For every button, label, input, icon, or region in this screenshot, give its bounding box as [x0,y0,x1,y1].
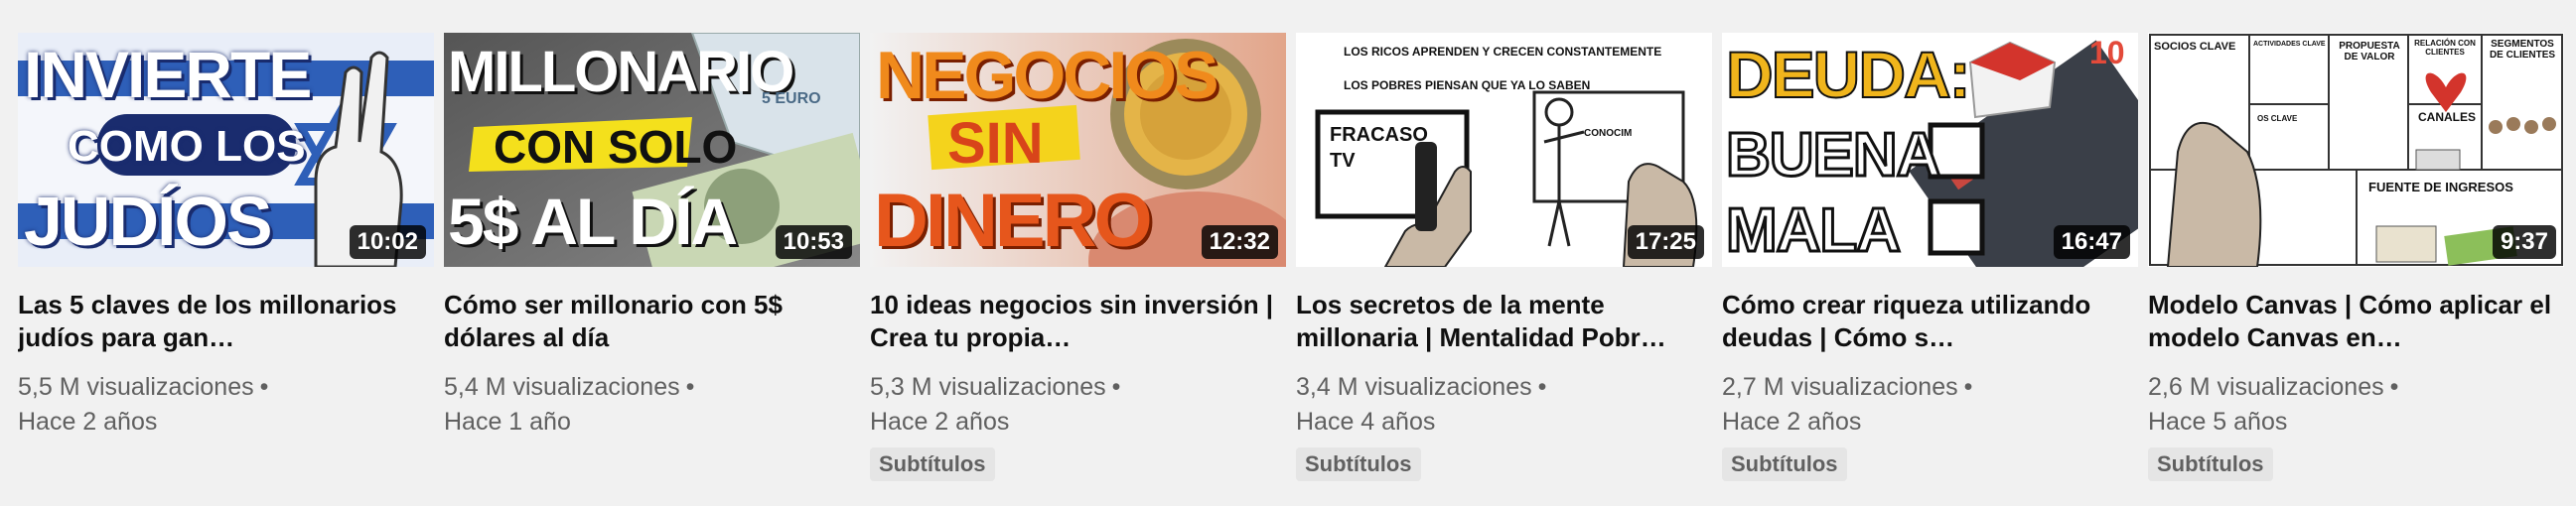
separator: • [259,373,269,401]
separator: • [685,373,695,401]
video-meta: 3,4 M visualizaciones • Hace 4 años [1296,370,1712,440]
video-thumbnail[interactable]: LOS RICOS APRENDEN Y CRECEN CONSTANTEMEN… [1296,33,1712,267]
video-thumbnail[interactable]: SOCIOS CLAVE ACTIVIDADES CLAVE PROPUESTA… [2148,33,2564,267]
upload-age: Hace 2 años [870,408,1010,436]
upload-age: Hace 2 años [1722,408,1862,436]
duration-badge: 10:02 [349,225,426,259]
video-thumbnail[interactable]: INVIERTE COMO LOS JUDÍOS 10:02 [18,33,434,267]
subtitles-badge: Subtítulos [870,447,995,481]
view-count: 2,7 M visualizaciones [1722,373,1958,401]
video-card[interactable]: LOS RICOS APRENDEN Y CRECEN CONSTANTEMEN… [1296,33,1712,481]
upload-age: Hace 2 años [18,408,158,436]
video-card[interactable]: INVIERTE COMO LOS JUDÍOS 10:02 Las 5 cla… [18,33,434,481]
view-count: 2,6 M visualizaciones [2148,373,2384,401]
video-title[interactable]: Modelo Canvas | Cómo aplicar el modelo C… [2148,289,2555,354]
video-card[interactable]: MILLONARIO CON SOLO 5$ AL DÍA 5 EURO 10:… [444,33,860,481]
separator: • [1111,373,1121,401]
view-count: 3,4 M visualizaciones [1296,373,1532,401]
video-card[interactable]: NEGOCIOS SIN DINERO 12:32 10 ideas negoc… [870,33,1286,481]
duration-badge: 12:32 [1201,225,1278,259]
duration-badge: 9:37 [2492,225,2556,259]
separator: • [1537,373,1547,401]
separator: • [2389,373,2399,401]
upload-age: Hace 5 años [2148,408,2288,436]
view-count: 5,4 M visualizaciones [444,373,680,401]
video-meta: 5,5 M visualizaciones • Hace 2 años [18,370,434,440]
video-meta: 5,4 M visualizaciones • Hace 1 año [444,370,860,440]
video-title[interactable]: Las 5 claves de los millonarios judíos p… [18,289,425,354]
duration-badge: 16:47 [2053,225,2130,259]
upload-age: Hace 4 años [1296,408,1436,436]
subtitles-badge: Subtítulos [2148,447,2273,481]
video-card[interactable]: SOCIOS CLAVE ACTIVIDADES CLAVE PROPUESTA… [2148,33,2564,481]
video-meta: 2,6 M visualizaciones • Hace 5 años [2148,370,2564,440]
subtitles-badge: Subtítulos [1722,447,1847,481]
video-title[interactable]: Cómo crear riqueza utilizando deudas | C… [1722,289,2129,354]
upload-age: Hace 1 año [444,408,571,436]
view-count: 5,5 M visualizaciones [18,373,254,401]
video-meta: 5,3 M visualizaciones • Hace 2 años [870,370,1286,440]
video-thumbnail[interactable]: NEGOCIOS SIN DINERO 12:32 [870,33,1286,267]
video-card[interactable]: DEUDA: BUENA MALA 10 16:47 Cómo crear ri… [1722,33,2138,481]
video-thumbnail[interactable]: DEUDA: BUENA MALA 10 16:47 [1722,33,2138,267]
duration-badge: 10:53 [775,225,852,259]
subtitles-badge: Subtítulos [1296,447,1421,481]
video-title[interactable]: Los secretos de la mente millonaria | Me… [1296,289,1703,354]
separator: • [1963,373,1973,401]
video-shelf: INVIERTE COMO LOS JUDÍOS 10:02 Las 5 cla… [18,33,2564,481]
view-count: 5,3 M visualizaciones [870,373,1106,401]
video-meta: 2,7 M visualizaciones • Hace 2 años [1722,370,2138,440]
duration-badge: 17:25 [1627,225,1704,259]
video-title[interactable]: Cómo ser millonario con 5$ dólares al dí… [444,289,851,354]
video-title[interactable]: 10 ideas negocios sin inversión | Crea t… [870,289,1277,354]
video-thumbnail[interactable]: MILLONARIO CON SOLO 5$ AL DÍA 5 EURO 10:… [444,33,860,267]
